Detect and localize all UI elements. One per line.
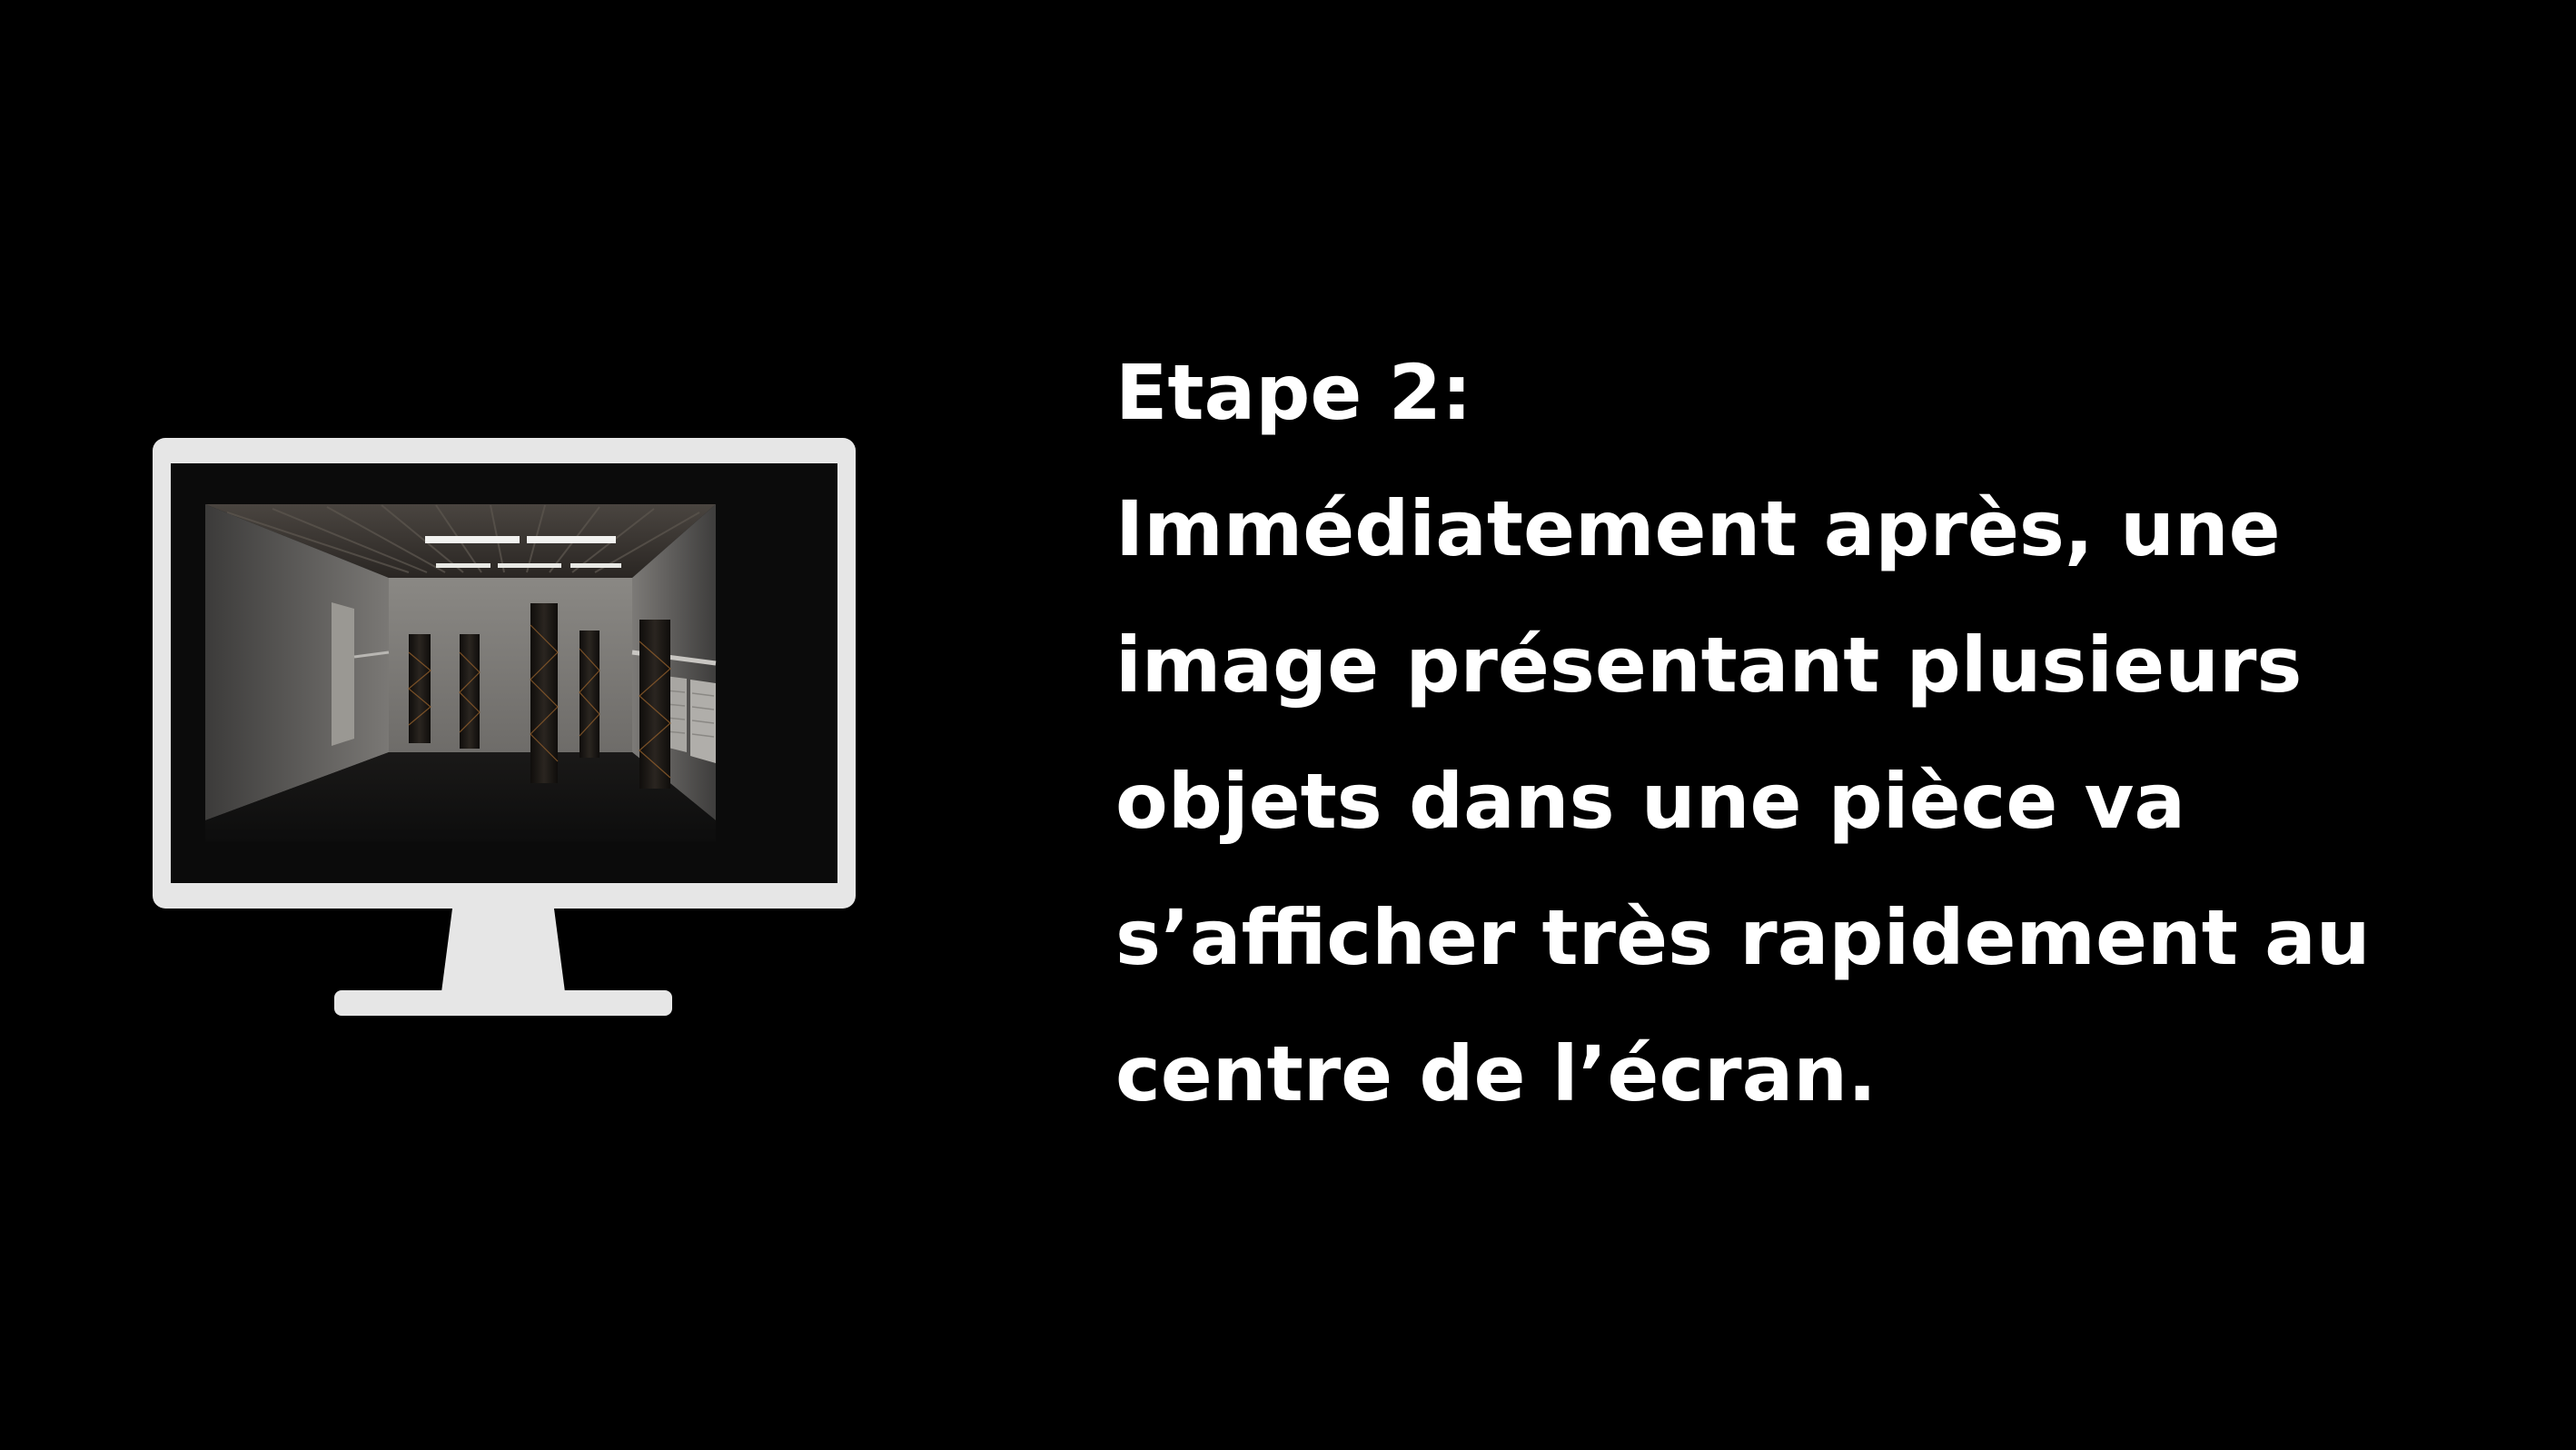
- body-line-2: image présentant plusieurs: [1115, 621, 2303, 710]
- instruction-text: Etape 2: Immédiatement après, une image …: [1115, 324, 2532, 1142]
- room-image: [205, 504, 717, 841]
- slide: Etape 2: Immédiatement après, une image …: [0, 0, 2576, 1450]
- body-line-3: objets dans une pièce va: [1115, 757, 2186, 846]
- monitor-stand-neck: [441, 909, 565, 992]
- body-line-1: Immédiatement après, une: [1115, 484, 2281, 573]
- body-line-5: centre de l’écran.: [1115, 1029, 1877, 1118]
- step-title: Etape 2:: [1115, 348, 1472, 437]
- body-line-4: s’afficher très rapidement au: [1115, 893, 2371, 982]
- monitor-svg: [153, 438, 856, 1016]
- monitor-stand-base: [334, 990, 672, 1016]
- monitor-icon: [145, 434, 863, 1027]
